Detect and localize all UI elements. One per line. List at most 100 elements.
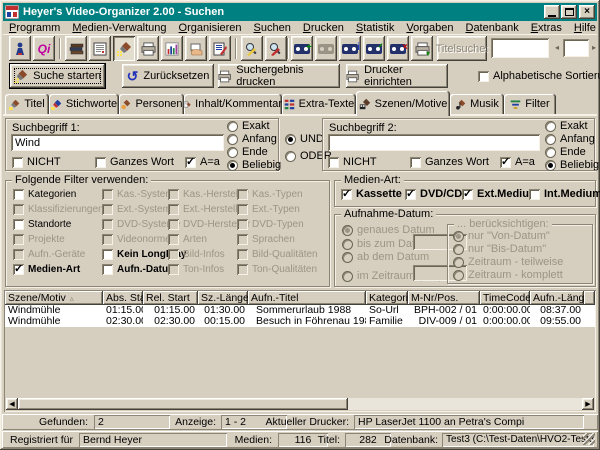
suchbegriff2-input[interactable]: [328, 134, 540, 151]
minimize-button[interactable]: [544, 5, 560, 19]
title-bar[interactable]: Heyer's Video-Organizer 2.00 - Suchen ×: [3, 3, 597, 21]
col-aufn-laenge[interactable]: Aufn.-Länge: [530, 291, 584, 305]
menu-suchen[interactable]: Suchen: [248, 22, 297, 34]
scroll-track[interactable]: [348, 398, 582, 410]
gross-klein1-checkbox[interactable]: A=a: [185, 156, 220, 168]
search-button[interactable]: [113, 36, 135, 61]
nicht1-checkbox[interactable]: NICHT: [12, 156, 61, 168]
delete-x-icon: ×: [402, 43, 408, 53]
menu-drucken[interactable]: Drucken: [297, 22, 350, 34]
table-row[interactable]: Windmühle 02:30.00 02:30.00 00:15.00 Bes…: [5, 316, 595, 327]
statistics-button[interactable]: [161, 36, 183, 61]
exakt1-radio[interactable]: Exakt: [227, 120, 270, 132]
tab-musik[interactable]: Musik: [450, 94, 504, 114]
anfang1-radio[interactable]: Anfang: [227, 133, 277, 145]
filter-aufn-datum[interactable]: Aufn.-Datum: [102, 264, 177, 275]
und-radio[interactable]: UND: [285, 133, 324, 145]
printer-icon: [218, 70, 231, 83]
dvd-cd-checkbox[interactable]: DVD/CD: [405, 188, 462, 200]
media-copy-button[interactable]: [315, 36, 337, 61]
menu-hilfe[interactable]: Hilfe: [568, 22, 600, 34]
defaults-button[interactable]: [185, 36, 207, 61]
titelsuche-button[interactable]: Titelsuche:: [437, 36, 487, 61]
database-edit-button[interactable]: [209, 36, 231, 61]
table-header-row: Szene/Motiv▵ Abs. Start Rel. Start Sz.-L…: [5, 291, 595, 305]
col-kategorie[interactable]: Kategorie: [366, 291, 408, 305]
media-print-button[interactable]: [411, 36, 433, 61]
organize-button[interactable]: [89, 36, 111, 61]
ende1-radio[interactable]: Ende: [227, 146, 268, 158]
col-szene-motiv[interactable]: Szene/Motiv▵: [5, 291, 103, 305]
suchergebnis-drucken-button[interactable]: Suchergebnis drucken: [218, 64, 340, 88]
nav-right-icon[interactable]: ▸: [592, 44, 596, 52]
menu-organisieren[interactable]: Organisieren: [173, 22, 248, 34]
tab-personen[interactable]: Personen: [119, 94, 184, 114]
menu-datenbank[interactable]: Datenbank: [459, 22, 524, 34]
datenbank-label: Datenbank:: [380, 434, 438, 446]
titelsuche-nav-input[interactable]: [563, 39, 589, 57]
tab-szenen-motive[interactable]: Szenen/Motive: [356, 91, 450, 116]
col-timecode[interactable]: TimeCode: [480, 291, 530, 305]
col-sz-laenge[interactable]: Sz.-Länge: [198, 291, 248, 305]
col-abs-start[interactable]: Abs. Start: [103, 291, 143, 305]
search-edit-button[interactable]: [241, 36, 263, 61]
gross-klein2-checkbox[interactable]: A=a: [500, 156, 535, 168]
col-aufn-titel[interactable]: Aufn.-Titel: [248, 291, 366, 305]
quick-info-button[interactable]: Qi: [33, 36, 55, 61]
media-info-button[interactable]: i: [339, 36, 361, 61]
media-management-button[interactable]: [65, 36, 87, 61]
anfang2-radio[interactable]: Anfang: [545, 133, 595, 145]
tab-stichworte[interactable]: Stichworte: [49, 94, 119, 114]
tab-filter[interactable]: Filter: [504, 94, 556, 114]
scroll-left-arrow[interactable]: ◀: [6, 398, 18, 410]
beliebig2-radio[interactable]: Beliebig: [545, 159, 599, 171]
nicht2-checkbox[interactable]: NICHT: [328, 156, 377, 168]
scroll-right-arrow[interactable]: ▶: [582, 398, 594, 410]
menu-extras[interactable]: Extras: [525, 22, 568, 34]
titelsuche-input[interactable]: [491, 38, 549, 58]
horizontal-scrollbar[interactable]: ◀ ▶: [6, 398, 594, 410]
nav-left-icon[interactable]: ◂: [555, 44, 559, 52]
zuruecksetzen-button[interactable]: ↺ Zurücksetzen: [122, 64, 214, 88]
exakt2-radio[interactable]: Exakt: [545, 120, 588, 132]
media-edit-button[interactable]: ✓: [363, 36, 385, 61]
tab-extra-texte[interactable]: Extra-Texte: [282, 94, 356, 114]
col-m-nr-pos[interactable]: M-Nr/Pos.: [408, 291, 480, 305]
col-rel-start[interactable]: Rel. Start: [143, 291, 198, 305]
tab-inhalt-kommentar[interactable]: Inhalt/Kommentar: [184, 94, 282, 114]
beliebig1-radio[interactable]: Beliebig: [227, 159, 281, 171]
suche-starten-button[interactable]: Suche starten: [10, 64, 105, 88]
int-medium-checkbox[interactable]: Int.Medium: [529, 188, 600, 200]
filter-ton-infos: Ton-Infos: [168, 264, 224, 275]
tab-titel[interactable]: Titel: [5, 94, 49, 114]
media-delete-button[interactable]: ×: [387, 36, 409, 61]
menu-statistik[interactable]: Statistik: [350, 22, 401, 34]
drucker-einrichten-button[interactable]: Drucker einrichten: [346, 64, 448, 88]
checkbox-box: [168, 234, 179, 245]
medien-label: Medien:: [230, 434, 272, 446]
filter-standorte[interactable]: Standorte: [13, 219, 71, 230]
filter-kategorien[interactable]: Kategorien: [13, 189, 76, 200]
ende2-radio[interactable]: Ende: [545, 146, 586, 158]
close-button[interactable]: ×: [579, 5, 595, 19]
maximize-button[interactable]: [561, 5, 577, 19]
kassette-checkbox[interactable]: Kassette: [341, 188, 402, 200]
alphabetische-sortierung-checkbox[interactable]: Alphabetische Sortierung: [478, 70, 600, 82]
suchbegriff1-input[interactable]: [11, 134, 224, 151]
filter-medien-art[interactable]: Medien-Art: [13, 264, 80, 275]
table-row[interactable]: Windmühle 01:15.00 01:15.00 01:30.00 Som…: [5, 305, 595, 316]
plus-icon: +: [306, 43, 312, 53]
scroll-thumb[interactable]: [18, 398, 348, 410]
menu-programm[interactable]: Programm: [3, 22, 66, 34]
resize-grip[interactable]: [583, 433, 595, 445]
ganzes-wort1-checkbox[interactable]: Ganzes Wort: [95, 156, 174, 168]
ext-medium-checkbox[interactable]: Ext.Medium: [462, 188, 539, 200]
ganzes-wort2-checkbox[interactable]: Ganzes Wort: [410, 156, 489, 168]
menu-medien-verwaltung[interactable]: Medien-Verwaltung: [66, 22, 172, 34]
printer-icon: [141, 42, 156, 56]
menu-vorgaben[interactable]: Vorgaben: [400, 22, 459, 34]
media-add-button[interactable]: +: [291, 36, 313, 61]
print-button[interactable]: [137, 36, 159, 61]
exit-button[interactable]: [9, 36, 31, 61]
search-edit-red-button[interactable]: [265, 36, 287, 61]
